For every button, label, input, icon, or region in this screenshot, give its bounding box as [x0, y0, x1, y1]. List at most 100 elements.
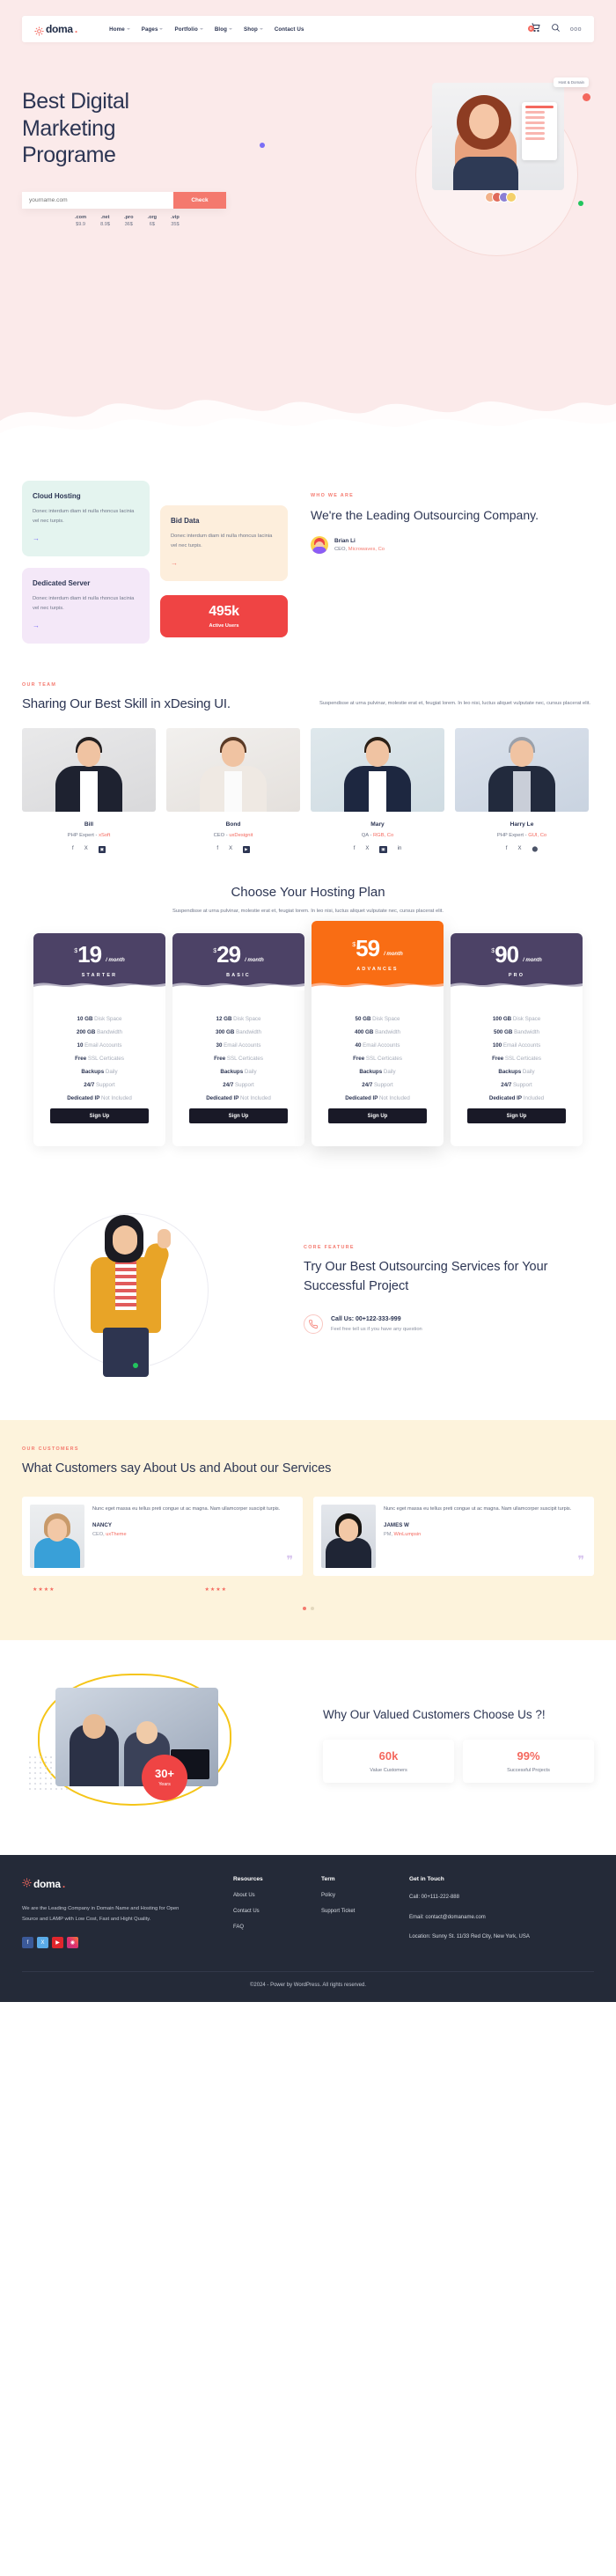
instagram-icon[interactable]: ◉	[67, 1937, 78, 1949]
plan-feature: 10 GB Disk Space	[42, 1016, 157, 1022]
hero-title-line-3: Programe	[22, 143, 116, 167]
tld-price: $9.9	[76, 221, 85, 227]
nav-item-blog[interactable]: Blog	[215, 26, 232, 33]
nav-item-contact-us[interactable]: Contact Us	[275, 26, 304, 33]
price-period: / month	[523, 957, 542, 963]
team-member-card[interactable]: Harry Le PHP Expert - GUI, Co f X ⬤	[455, 728, 589, 853]
plan-tier: ADVANCES	[356, 966, 399, 972]
tld-price: 36$	[124, 221, 133, 227]
stat-label: Value Customers	[370, 1768, 407, 1774]
carousel-dot[interactable]	[310, 1606, 314, 1610]
price-period: / month	[106, 957, 125, 963]
feature-value: Dedicated IP	[206, 1095, 239, 1101]
nav-item-portfolio[interactable]: Portfolio	[174, 26, 203, 33]
cart-button[interactable]: 0	[527, 21, 541, 37]
team-member-name: Bill	[84, 821, 94, 828]
x-icon[interactable]: X	[37, 1937, 48, 1949]
why-stat-card: 60k Value Customers	[323, 1740, 454, 1784]
avatar	[506, 192, 517, 202]
nav-item-pages[interactable]: Pages	[142, 26, 164, 33]
arrow-right-icon[interactable]: →	[171, 559, 277, 567]
more-options-icon[interactable]: ooo	[570, 26, 582, 33]
check-domain-button[interactable]: Check	[173, 191, 226, 209]
facebook-icon[interactable]: f	[22, 1937, 33, 1949]
plan-feature: Free SSL Certicates	[42, 1056, 157, 1062]
nav-item-shop[interactable]: Shop	[244, 26, 263, 33]
youtube-icon[interactable]: ▶	[52, 1937, 63, 1949]
chevron-down-icon	[199, 28, 203, 30]
facebook-icon[interactable]: f	[72, 846, 74, 853]
decor-dot-coral	[583, 93, 590, 101]
signup-button[interactable]: Sign Up	[328, 1108, 427, 1123]
facebook-icon[interactable]: f	[354, 846, 356, 853]
nav-label: Contact Us	[274, 26, 304, 33]
signup-button[interactable]: Sign Up	[50, 1108, 149, 1123]
testimonials-eyebrow: OUR CUSTOMERS	[22, 1446, 79, 1452]
instagram-icon[interactable]: ▣	[98, 846, 106, 853]
plan-features: 50 GB Disk Space 400 GB Bandwidth 40 Ema…	[312, 990, 444, 1146]
facebook-icon[interactable]: f	[506, 846, 508, 852]
feature-label: Email Accounts	[361, 1042, 400, 1049]
services-column-mid: Bid Data Donec interdum diam id nulla rh…	[160, 481, 288, 644]
search-icon[interactable]	[551, 21, 561, 37]
instagram-icon[interactable]: ▣	[379, 846, 387, 853]
price-value: 29	[216, 941, 241, 968]
signup-button[interactable]: Sign Up	[467, 1108, 566, 1123]
x-icon[interactable]: X	[229, 846, 232, 853]
team-member-card[interactable]: Bill PHP Expert - xSoft f X ▣	[22, 728, 156, 853]
stat-label: Successful Projects	[507, 1768, 550, 1774]
tld-name: .net	[100, 214, 110, 220]
feature-value: Free	[353, 1056, 365, 1062]
site-logo[interactable]: doma.	[34, 23, 77, 36]
arrow-right-icon[interactable]: →	[33, 622, 139, 629]
logo-text: doma	[46, 23, 73, 35]
nav-item-home[interactable]: Home	[109, 26, 130, 33]
about-column: WHO WE ARE We're the Leading Outsourcing…	[298, 481, 594, 644]
footer-link-about-us[interactable]: About Us	[233, 1893, 321, 1898]
arrow-right-icon[interactable]: →	[33, 534, 139, 542]
testimonial-photo	[321, 1504, 376, 1568]
github-icon[interactable]: ⬤	[532, 846, 538, 852]
testimonial-role: CEO, uxTheme	[92, 1532, 295, 1537]
role-prefix: PHP Expert -	[496, 833, 529, 838]
service-card-dedicated-server[interactable]: Dedicated Server Donec interdum diam id …	[22, 568, 150, 644]
quote-icon: ❞	[286, 1552, 293, 1567]
x-icon[interactable]: X	[517, 846, 521, 852]
person-role: CEO, Microwaves, Co	[334, 547, 385, 552]
domain-search-form: Check	[22, 191, 226, 209]
footer-link-contact-us[interactable]: Contact Us	[233, 1909, 321, 1914]
footer-link-policy[interactable]: Policy	[321, 1893, 409, 1898]
linkedin-icon[interactable]: in	[398, 846, 402, 853]
footer-link-support-ticket[interactable]: Support Ticket	[321, 1909, 409, 1914]
footer-logo[interactable]: doma.	[22, 1876, 233, 1892]
plan-feature: 500 GB Bandwidth	[459, 1029, 574, 1035]
footer-link-faq[interactable]: FAQ	[233, 1925, 321, 1930]
feature-label: Email Accounts	[83, 1042, 122, 1049]
feature-value: 24/7	[84, 1082, 95, 1088]
x-icon[interactable]: X	[365, 846, 369, 853]
star-rating: ★★★★	[204, 1586, 228, 1593]
feature-label: Daily	[521, 1069, 535, 1075]
team-member-card[interactable]: Mary QA - RGB, Co f X ▣ in	[311, 728, 444, 853]
team-member-photo	[166, 728, 300, 812]
carousel-dot[interactable]	[302, 1606, 306, 1610]
service-description: Donec interdum diam id nulla rhoncus lac…	[33, 596, 135, 611]
plan-feature: 100 Email Accounts	[459, 1042, 574, 1049]
services-column-left: Cloud Hosting Donec interdum diam id nul…	[22, 481, 150, 644]
feature-label: Bandwidth	[234, 1029, 261, 1035]
why-stats: 60k Value Customers 99% Successful Proje…	[323, 1740, 594, 1784]
x-icon[interactable]: X	[84, 846, 88, 853]
facebook-icon[interactable]: f	[216, 846, 218, 853]
youtube-icon[interactable]: ▶	[243, 846, 250, 853]
price-value: 90	[495, 941, 519, 968]
domain-search-input[interactable]	[22, 191, 173, 209]
feature-label: Support	[94, 1082, 115, 1088]
signup-button[interactable]: Sign Up	[189, 1108, 288, 1123]
team-member-card[interactable]: Bond CEO - uxDesignit f X ▶	[166, 728, 300, 853]
tld-item: .com $9.9	[75, 215, 86, 227]
wave-divider	[451, 983, 583, 990]
service-card-cloud-hosting[interactable]: Cloud Hosting Donec interdum diam id nul…	[22, 481, 150, 556]
call-us-block[interactable]: Call Us: 00+122-333-999 Feel free tell u…	[304, 1314, 594, 1334]
feature-value: 24/7	[501, 1082, 512, 1088]
service-card-bid-data[interactable]: Bid Data Donec interdum diam id nulla rh…	[160, 505, 288, 581]
